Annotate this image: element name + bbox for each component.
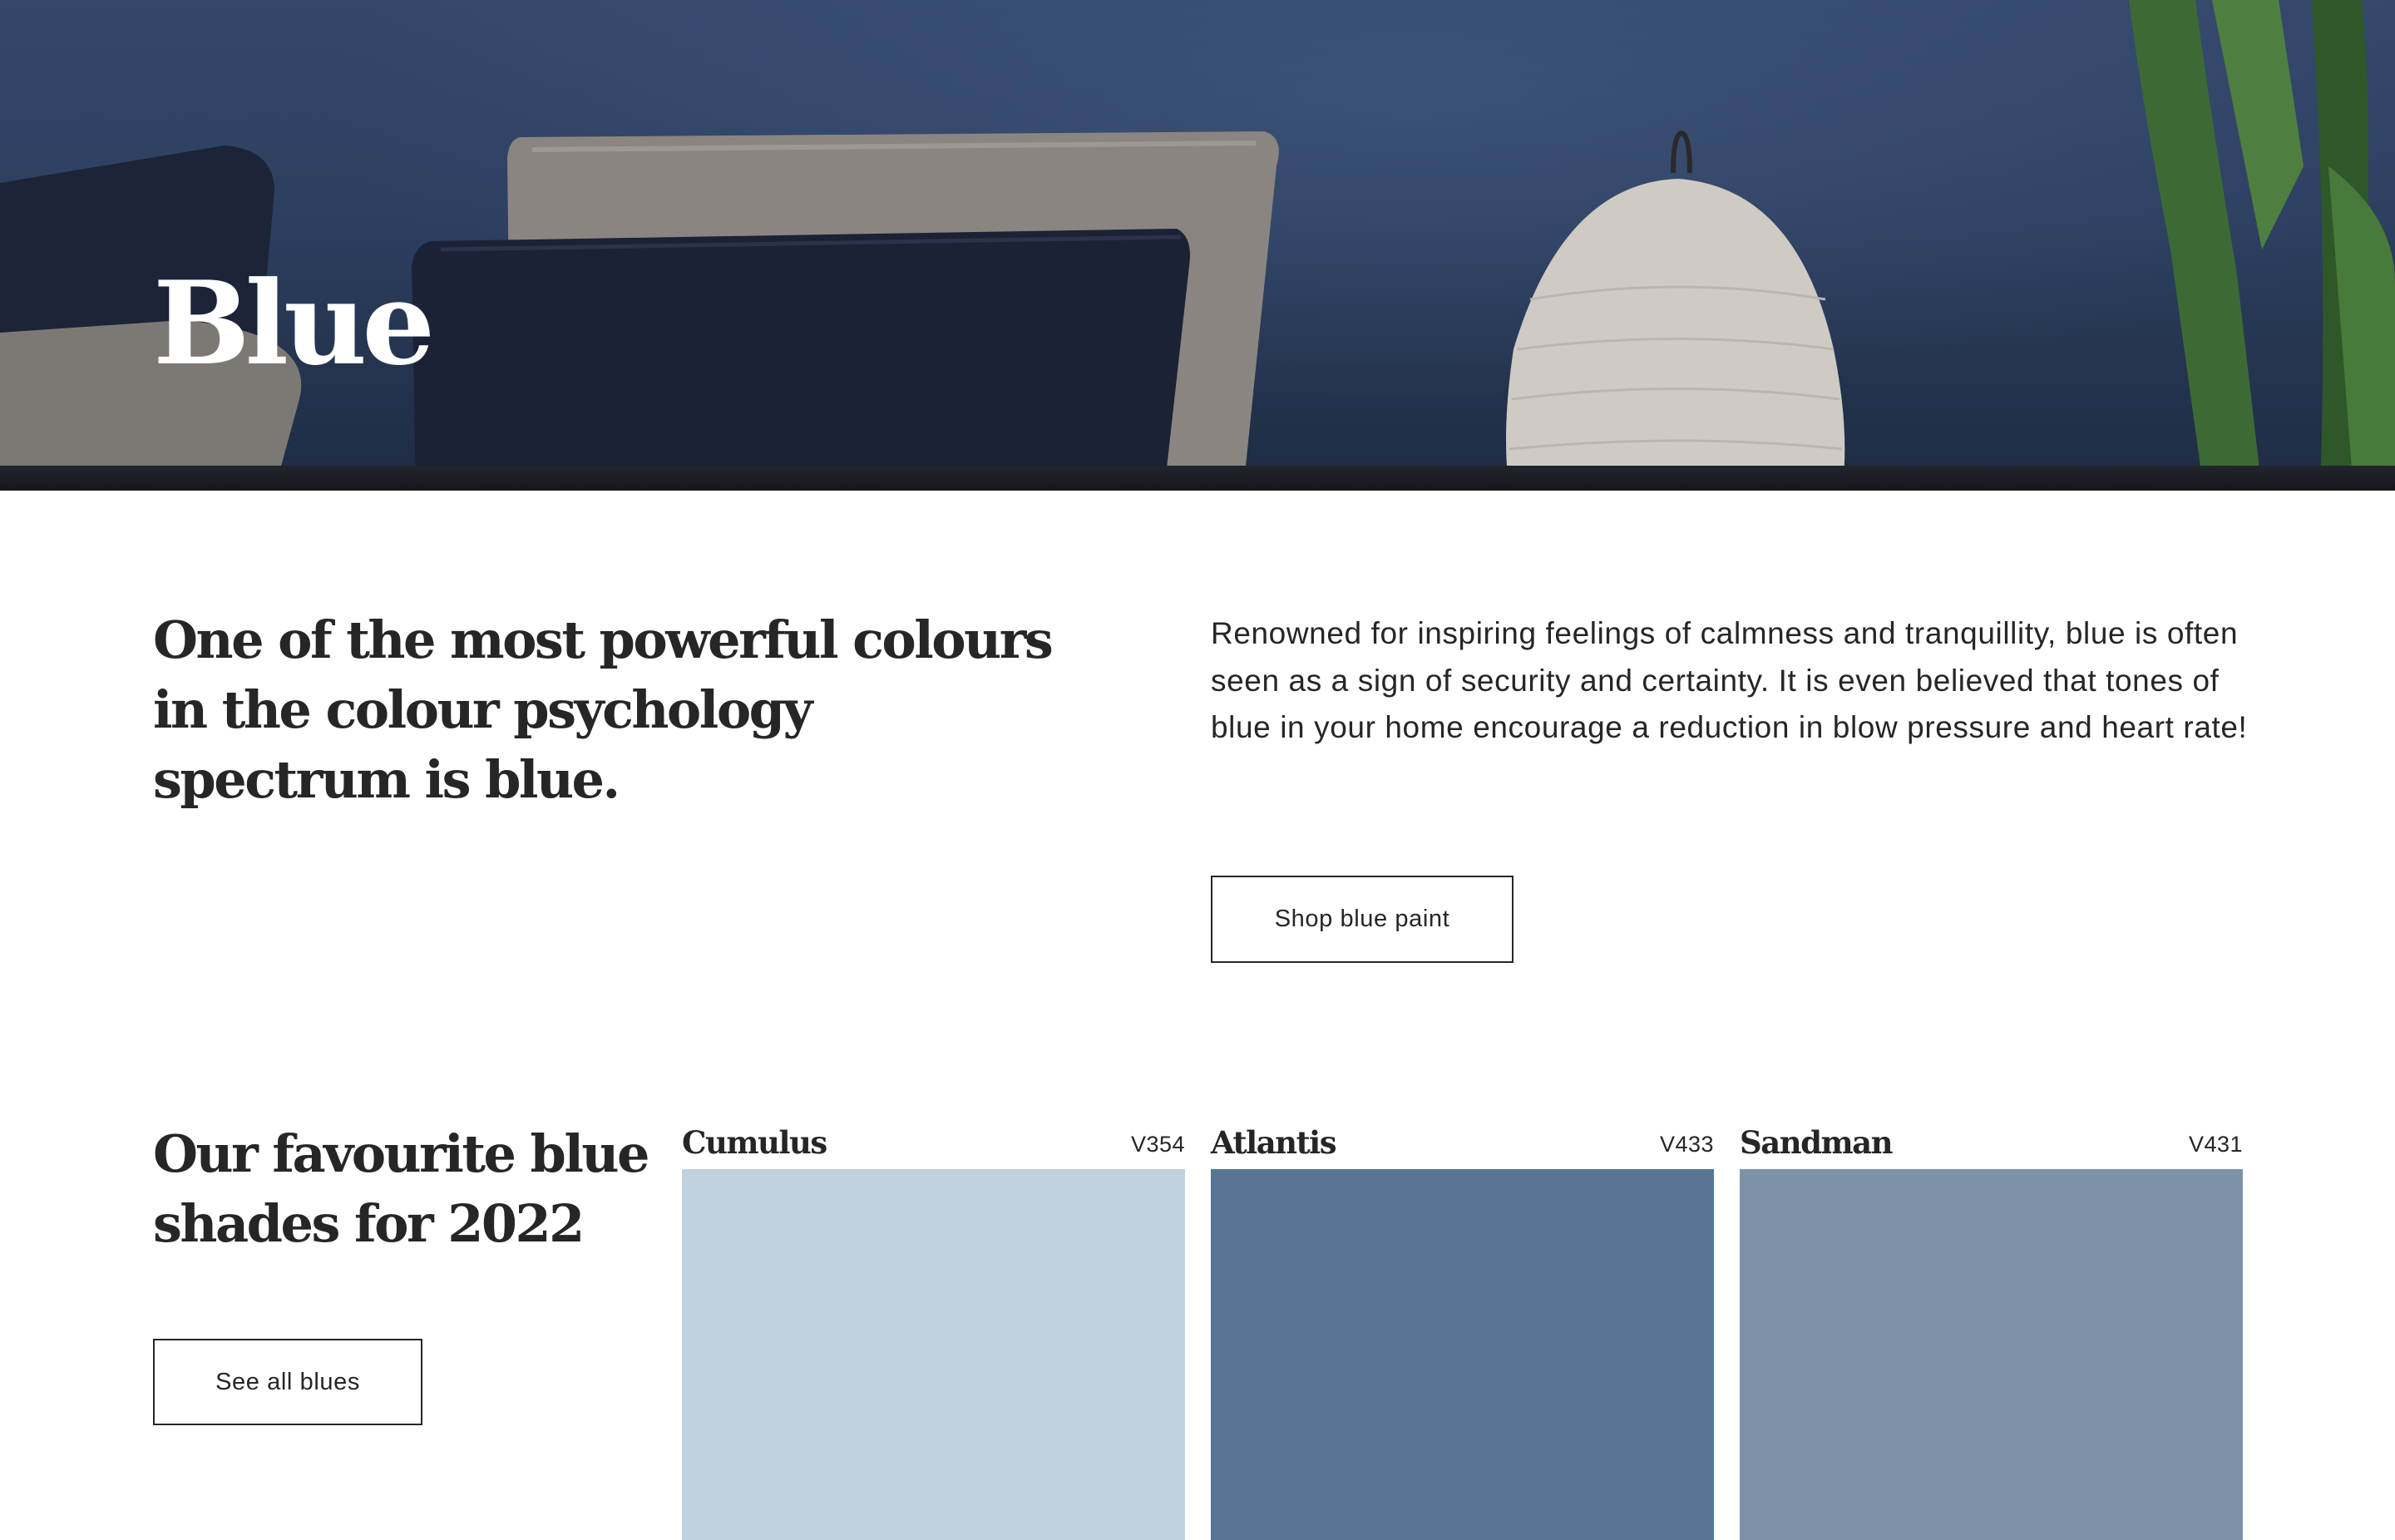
intro-description: Renowned for inspiring feelings of calmn… bbox=[1211, 616, 2248, 744]
hero-shelf bbox=[0, 466, 2395, 491]
see-all-blues-button[interactable]: See all blues bbox=[153, 1339, 422, 1425]
swatch-card-atlantis[interactable]: Atlantis V433 bbox=[1211, 1119, 1714, 1540]
paper-lantern bbox=[1506, 130, 1845, 491]
swatch-name: Cumulus bbox=[682, 1124, 827, 1161]
swatch-card-sandman[interactable]: Sandman V431 bbox=[1740, 1119, 2243, 1540]
swatch-code: V433 bbox=[1659, 1132, 1714, 1157]
shades-heading: Our favourite blue shades for 2022 bbox=[153, 1123, 649, 1254]
swatch-card-cumulus[interactable]: Cumulus V354 bbox=[682, 1119, 1185, 1540]
color-chip[interactable] bbox=[1740, 1169, 2243, 1540]
swatch-name: Atlantis bbox=[1211, 1124, 1337, 1161]
swatch-code: V354 bbox=[1130, 1132, 1185, 1157]
hero-banner: Blue bbox=[0, 0, 2395, 491]
cactus-plant bbox=[2129, 0, 2395, 491]
hero-photo bbox=[0, 0, 2395, 491]
color-chip[interactable] bbox=[682, 1169, 1185, 1540]
intro-heading: One of the most powerful colours in the … bbox=[153, 610, 1054, 810]
swatch-code: V431 bbox=[2188, 1132, 2243, 1157]
color-chip[interactable] bbox=[1211, 1169, 1714, 1540]
page-title: Blue bbox=[153, 255, 435, 391]
navy-pillow bbox=[412, 229, 1190, 491]
swatch-name: Sandman bbox=[1740, 1124, 1894, 1161]
shop-blue-paint-button[interactable]: Shop blue paint bbox=[1211, 876, 1514, 963]
